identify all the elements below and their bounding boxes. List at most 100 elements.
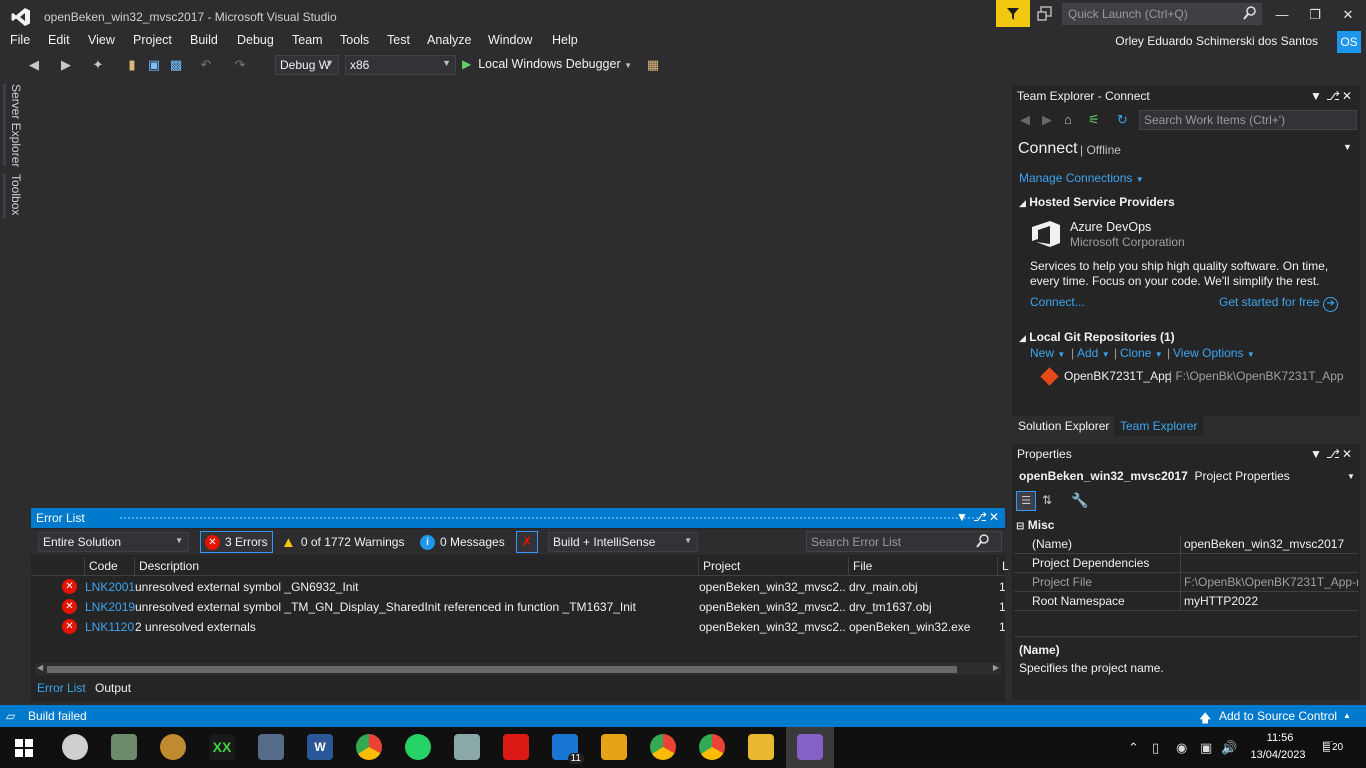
whatsapp-icon[interactable]: [405, 734, 431, 760]
open-folder-icon[interactable]: ▮: [124, 57, 140, 73]
manage-connections-link[interactable]: Manage Connections ▼: [1019, 171, 1144, 185]
camera-icon[interactable]: ◉: [1176, 740, 1187, 756]
errors-filter-button[interactable]: ✕ 3 Errors: [200, 531, 273, 553]
undo-icon[interactable]: ↶: [198, 57, 214, 73]
window-position-icon[interactable]: ▼: [1310, 447, 1322, 461]
start-debugging-button[interactable]: ▶ Local Windows Debugger ▼: [462, 57, 632, 71]
menu-build[interactable]: Build: [190, 33, 218, 47]
chrome-icon[interactable]: [356, 734, 382, 760]
git-add-link[interactable]: Add ▼: [1077, 346, 1110, 360]
category-header[interactable]: ⊟ Misc: [1016, 518, 1054, 532]
refresh-icon[interactable]: ↻: [1117, 112, 1128, 128]
scroll-left-icon[interactable]: ◀: [37, 663, 43, 672]
error-list-search-input[interactable]: Search Error List: [806, 531, 1002, 552]
git-new-link[interactable]: New ▼: [1030, 346, 1065, 360]
chrome-profile-icon[interactable]: [650, 734, 676, 760]
alphabetical-icon[interactable]: ⇅: [1042, 493, 1052, 507]
scrollbar-thumb[interactable]: [47, 666, 957, 673]
warnings-filter-button[interactable]: ▲ 0 of 1772 Warnings: [277, 531, 408, 553]
media-app-icon[interactable]: [160, 734, 186, 760]
search-icon[interactable]: [1243, 6, 1257, 20]
menu-debug[interactable]: Debug: [237, 33, 274, 47]
tab-error-list[interactable]: Error List: [37, 681, 86, 695]
redo-icon[interactable]: ↷: [232, 57, 248, 73]
menu-file[interactable]: File: [10, 33, 30, 47]
xx-app-icon[interactable]: XX: [209, 734, 235, 760]
plug-icon[interactable]: ⚟: [1088, 112, 1100, 128]
chrome-profile-2-icon[interactable]: [699, 734, 725, 760]
restore-button[interactable]: ❐: [1301, 4, 1329, 26]
horizontal-scrollbar[interactable]: ◀ ▶: [35, 663, 1001, 675]
git-view-options-link[interactable]: View Options ▼: [1173, 346, 1255, 360]
rar-icon[interactable]: [601, 734, 627, 760]
window-position-icon[interactable]: ▼: [1310, 89, 1322, 103]
user-name[interactable]: Orley Eduardo Schimerski dos Santos: [1115, 34, 1318, 48]
back-icon[interactable]: ◀: [26, 57, 42, 73]
visual-studio-icon[interactable]: [797, 734, 823, 760]
table-row[interactable]: ✕ LNK2019 unresolved external symbol _TM…: [31, 597, 1005, 617]
tab-team-explorer[interactable]: Team Explorer: [1114, 416, 1204, 436]
col-description[interactable]: Description: [139, 559, 199, 573]
solution-configuration-select[interactable]: Debug W ▼: [275, 55, 339, 75]
windows-start-icon[interactable]: [15, 739, 33, 757]
property-row[interactable]: Project File F:\OpenBk\OpenBK7231T_App-m: [1014, 573, 1358, 592]
error-code[interactable]: LNK2019: [85, 600, 135, 614]
chevron-up-icon[interactable]: ⌃: [1128, 740, 1139, 756]
volume-icon[interactable]: 🔊: [1221, 740, 1237, 756]
property-row[interactable]: (Name) openBeken_win32_mvsc2017: [1014, 535, 1358, 554]
tools-app-icon[interactable]: [258, 734, 284, 760]
notifications-icon[interactable]: ▤ 20: [1322, 738, 1346, 754]
clock-time[interactable]: 11:56: [1252, 732, 1308, 744]
tab-output[interactable]: Output: [95, 681, 131, 695]
window-position-icon[interactable]: ▼: [956, 510, 968, 524]
connect-link[interactable]: Connect...: [1030, 295, 1085, 309]
property-value[interactable]: F:\OpenBk\OpenBK7231T_App-m: [1184, 575, 1358, 589]
menu-view[interactable]: View: [88, 33, 115, 47]
back-icon[interactable]: ◀: [1020, 112, 1030, 128]
new-project-icon[interactable]: ✦: [90, 57, 106, 73]
menu-tools[interactable]: Tools: [340, 33, 369, 47]
search-icon[interactable]: [976, 534, 990, 548]
error-code[interactable]: LNK2001: [85, 580, 135, 594]
table-row[interactable]: ✕ LNK1120 2 unresolved externals openBek…: [31, 617, 1005, 637]
live-share-icon[interactable]: [1036, 5, 1054, 23]
outlook-icon[interactable]: 11: [552, 734, 584, 764]
property-value[interactable]: myHTTP2022: [1184, 594, 1358, 608]
feedback-filter-button[interactable]: [996, 0, 1030, 27]
col-project[interactable]: Project: [703, 559, 740, 573]
minimize-button[interactable]: —: [1268, 4, 1296, 26]
tab-solution-explorer[interactable]: Solution Explorer: [1012, 416, 1115, 436]
grip[interactable]: [119, 516, 979, 521]
menu-test[interactable]: Test: [387, 33, 410, 47]
file-manager-icon[interactable]: [111, 734, 137, 760]
quick-launch-input[interactable]: Quick Launch (Ctrl+Q): [1062, 3, 1262, 25]
chevron-down-icon[interactable]: ▼: [1343, 142, 1352, 152]
git-clone-link[interactable]: Clone ▼: [1120, 346, 1163, 360]
pin-icon[interactable]: ⎇: [973, 510, 987, 524]
property-row[interactable]: Project Dependencies: [1014, 554, 1358, 573]
angular-icon[interactable]: [503, 734, 529, 760]
home-icon[interactable]: ⌂: [1064, 112, 1072, 127]
categorized-icon[interactable]: ☰: [1016, 491, 1036, 511]
tab-server-explorer[interactable]: Server Explorer: [9, 84, 23, 167]
menu-window[interactable]: Window: [488, 33, 532, 47]
save-icon[interactable]: ▣: [146, 57, 162, 73]
col-file[interactable]: File: [853, 559, 872, 573]
scroll-right-icon[interactable]: ▶: [993, 663, 999, 672]
menu-analyze[interactable]: Analyze: [427, 33, 471, 47]
solution-platform-select[interactable]: x86 ▼: [345, 55, 456, 75]
pin-icon[interactable]: ⎇: [1326, 447, 1340, 461]
forward-icon[interactable]: ▶: [58, 57, 74, 73]
hosted-section-header[interactable]: ◢ Hosted Service Providers: [1019, 195, 1175, 209]
usb-icon[interactable]: ▯: [1152, 740, 1159, 756]
save-all-icon[interactable]: ▩: [168, 57, 184, 73]
tab-toolbox[interactable]: Toolbox: [9, 174, 23, 215]
add-to-source-control[interactable]: Add to Source Control: [1219, 709, 1337, 723]
messages-filter-button[interactable]: i 0 Messages: [416, 531, 509, 553]
app-launcher-icon[interactable]: [62, 734, 88, 760]
get-started-link[interactable]: Get started for free ➔: [1219, 295, 1339, 312]
menu-help[interactable]: Help: [552, 33, 578, 47]
menu-team[interactable]: Team: [292, 33, 323, 47]
folder-icon[interactable]: [748, 734, 774, 760]
network-icon[interactable]: ▣: [1200, 740, 1212, 756]
